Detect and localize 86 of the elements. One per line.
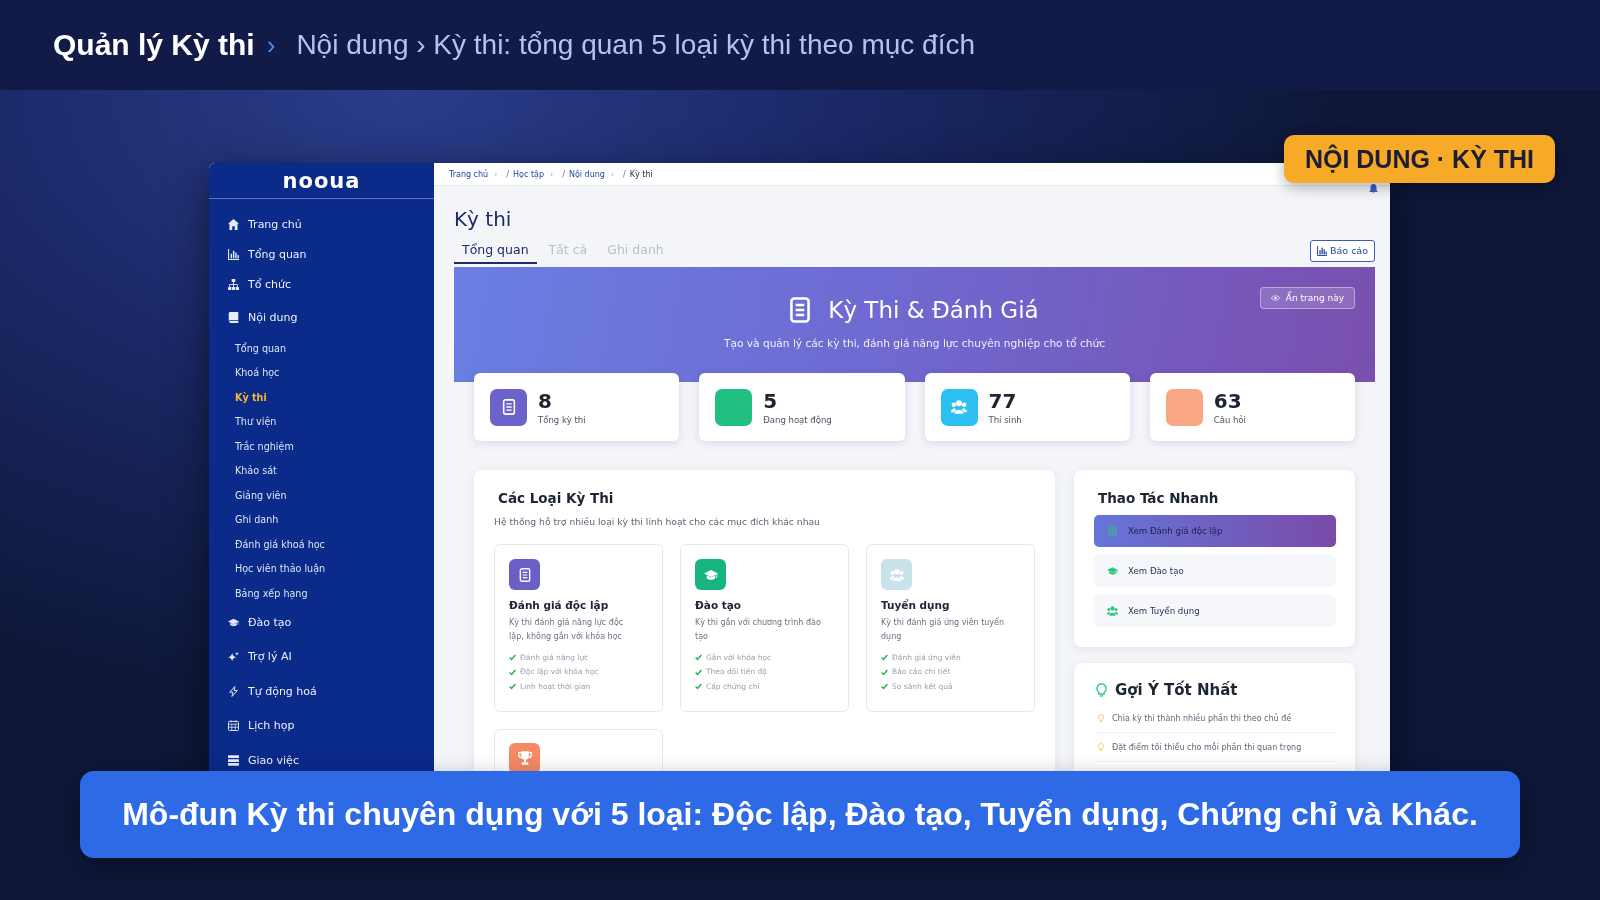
quick-action-button[interactable]: Xem Tuyển dụng (1094, 595, 1336, 627)
nav-subitem[interactable]: Kỳ thi (209, 384, 434, 410)
document-icon (790, 297, 811, 323)
bar-chart-icon (228, 248, 239, 260)
tip-text: Đặt điểm tối thiểu cho mỗi phần thi quan trọng (1112, 742, 1302, 752)
nav-item[interactable]: Tự động hoá (209, 681, 434, 701)
lightbulb-icon (1098, 714, 1104, 722)
tab[interactable]: Tổng quan (454, 237, 537, 264)
nav-subitem[interactable]: Trắc nghiệm (209, 433, 434, 459)
quick-action-button[interactable]: Xem Đào tạo (1094, 555, 1336, 587)
stat-label: Tổng kỳ thi (538, 414, 586, 425)
exam-type-title: Tuyển dụng (881, 599, 951, 611)
breadcrumb-link[interactable]: Nội dung (568, 169, 605, 179)
nav-item[interactable]: Đào tạo (209, 612, 434, 632)
logo: nooua (282, 168, 361, 193)
book-icon (228, 311, 239, 323)
nav-subitem[interactable]: Khoá học (209, 360, 434, 385)
nav-subitem[interactable]: Giảng viên (209, 482, 434, 508)
stat-value: 5 (763, 389, 779, 412)
breadcrumb-separator: / (506, 169, 510, 179)
list-icon (228, 754, 239, 766)
nav-item[interactable]: Tổng quan (209, 244, 434, 264)
section-badge: NỘI DUNG · KỲ THI (1284, 135, 1555, 183)
tip-text: Chia kỳ thi thành nhiều phần thi theo chủ đề (1112, 713, 1292, 723)
breadcrumb-link[interactable]: Trang chủ (449, 169, 489, 179)
nav-item[interactable]: Tổ chức (209, 274, 434, 294)
nav-subitem[interactable]: Thư viện (209, 409, 434, 434)
stat-value: 63 (1213, 389, 1243, 412)
nav-item[interactable]: Lịch họp (209, 715, 434, 736)
check-icon (509, 683, 516, 690)
nav-item[interactable]: Giao việc (209, 750, 434, 770)
caption-banner: Mô-đun Kỳ thi chuyên dụng với 5 loại: Độc lập, Đào tạo, Tuyển dụng, Chứng chỉ và Khác. (80, 771, 1520, 858)
people-icon (1107, 606, 1118, 616)
nav-item[interactable]: Nội dung (209, 307, 434, 327)
stat-value: 8 (538, 389, 553, 412)
banner-subtitle: Tạo và quản lý các kỳ thi, đánh giá năng lực chuyên nghiệp cho tổ chức (723, 337, 1106, 349)
stat-label: Thí sinh (988, 414, 1022, 425)
bar-chart-icon (1316, 245, 1327, 256)
page-title: Kỳ thi (454, 207, 513, 231)
header-subtitle: Nội dung › Kỳ thi: tổng quan 5 loại kỳ thi theo mục đích (296, 29, 975, 61)
nav-subitem[interactable]: Bảng xếp hạng (209, 580, 434, 606)
nav-subitem[interactable]: Tổng quan (209, 335, 434, 361)
home-icon (228, 218, 239, 230)
nav-subitem[interactable]: Khảo sát (209, 458, 434, 483)
check-icon (881, 683, 888, 690)
breadcrumb-separator: › (550, 169, 554, 179)
lightbulb-icon (1098, 743, 1104, 751)
calendar-icon (228, 720, 239, 731)
stat-value: 77 (988, 389, 1018, 412)
chevron-separator: › (266, 29, 276, 61)
breadcrumb-separator: / (562, 169, 565, 179)
panel-subtitle: Hệ thống hỗ trợ nhiều loại kỳ thi linh hoạt cho các mục đích khác nhau (494, 516, 821, 527)
nav-item[interactable]: Trợ lý AI (209, 646, 434, 667)
breadcrumb-separator: › (610, 169, 615, 179)
sparkle-icon (228, 651, 239, 662)
exam-type-description: Kỳ thi đánh giá ứng viên tuyển dụng (881, 616, 1006, 643)
lightbulb-icon (1096, 683, 1107, 697)
exam-type-title: Đào tạo (695, 599, 743, 611)
breadcrumb-separator: › (494, 169, 498, 179)
exam-type-description: Kỳ thi gắn với chương trình đào tạo (695, 616, 822, 643)
exam-type-description: Kỳ thi đánh giá năng lực độc lập, không gắn với khóa học (509, 616, 625, 643)
stat-label: Câu hỏi (1213, 414, 1246, 425)
hide-page-button[interactable]: Ẩn trang này (1260, 287, 1355, 309)
eye-icon (1270, 295, 1280, 301)
bell-icon (1369, 184, 1378, 194)
nav-subitem[interactable]: Ghi danh (209, 507, 434, 532)
breadcrumb-current: Kỳ thi (629, 169, 653, 179)
panel-title: Gợi Ý Tốt Nhất (1115, 681, 1238, 699)
exam-type-title: Đánh giá độc lập (509, 599, 610, 611)
graduation-cap-icon (228, 616, 239, 628)
header-title: Quản lý Kỳ thi (53, 28, 255, 62)
panel-title: Các Loại Kỳ Thi (498, 489, 615, 507)
check-icon (695, 683, 702, 690)
stat-label: Đang hoạt động (763, 414, 832, 425)
nav-item[interactable]: Trang chủ (209, 214, 434, 234)
sitemap-icon (228, 278, 239, 290)
lightning-icon (228, 685, 239, 697)
breadcrumb-separator: / (623, 169, 626, 179)
nav-subitem[interactable]: Đánh giá khoá học (209, 531, 434, 557)
breadcrumb-link[interactable]: Học tập (513, 169, 544, 179)
panel-title: Thao Tác Nhanh (1098, 489, 1220, 507)
nav-subitem[interactable]: Học viên thảo luận (209, 556, 434, 581)
document-icon (1107, 526, 1118, 536)
report-button[interactable]: Báo cáo (1309, 239, 1375, 262)
graduation-cap-icon (1107, 566, 1118, 576)
banner-title: Kỳ Thi & Đánh Giá (828, 296, 1039, 325)
